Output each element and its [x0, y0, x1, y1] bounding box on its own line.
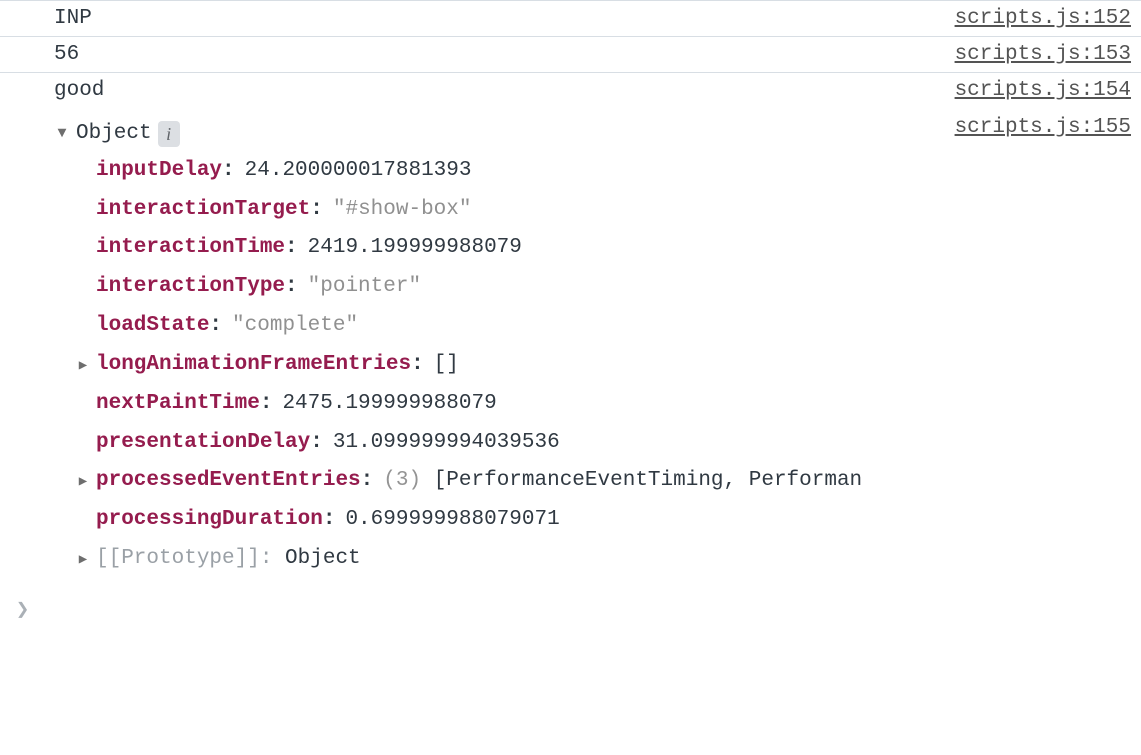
- prop-value: "pointer": [308, 268, 421, 307]
- prop-value: "#show-box": [333, 191, 472, 230]
- console-log-row: INP scripts.js:152: [0, 0, 1141, 36]
- console-prompt[interactable]: ❯: [0, 591, 1141, 633]
- prop-key: interactionTarget: [96, 191, 310, 230]
- prop-key: loadState: [96, 307, 209, 346]
- prop-value: 31.099999994039536: [333, 424, 560, 463]
- info-icon[interactable]: i: [158, 121, 180, 147]
- chevron-down-icon[interactable]: ▼: [54, 121, 70, 147]
- console-log-row: good scripts.js:154: [0, 72, 1141, 108]
- prototype-key: [[Prototype]]: [96, 540, 260, 579]
- object-tree: ▼ Object i inputDelay: 24.20000001788139…: [54, 116, 955, 579]
- prop-key: longAnimationFrameEntries: [96, 346, 411, 385]
- object-property[interactable]: loadState: "complete": [54, 307, 955, 346]
- object-header[interactable]: ▼ Object i: [54, 116, 955, 152]
- prop-key: inputDelay: [96, 152, 222, 191]
- object-property[interactable]: nextPaintTime: 2475.199999988079: [54, 385, 955, 424]
- source-link[interactable]: scripts.js:155: [955, 116, 1131, 139]
- source-link[interactable]: scripts.js:153: [955, 43, 1131, 66]
- source-link[interactable]: scripts.js:154: [955, 79, 1131, 102]
- log-text: good: [54, 79, 104, 102]
- prop-key: processedEventEntries: [96, 462, 361, 501]
- log-text: INP: [54, 7, 92, 30]
- chevron-right-icon[interactable]: ▶: [74, 354, 92, 380]
- prop-key: interactionType: [96, 268, 285, 307]
- object-property[interactable]: ▶ [[Prototype]]: Object: [54, 540, 955, 579]
- chevron-right-icon[interactable]: ▶: [74, 470, 92, 496]
- log-text: 56: [54, 43, 79, 66]
- object-property[interactable]: interactionTarget: "#show-box": [54, 191, 955, 230]
- prop-value: "complete": [232, 307, 358, 346]
- object-property[interactable]: processingDuration: 0.699999988079071: [54, 501, 955, 540]
- prompt-icon: ❯: [16, 598, 29, 623]
- chevron-right-icon[interactable]: ▶: [74, 548, 92, 574]
- prop-value: 2475.199999988079: [282, 385, 496, 424]
- object-property[interactable]: presentationDelay: 31.099999994039536: [54, 424, 955, 463]
- object-property[interactable]: inputDelay: 24.200000017881393: [54, 152, 955, 191]
- console-object-row: ▼ Object i inputDelay: 24.20000001788139…: [0, 108, 1141, 591]
- prop-key: interactionTime: [96, 229, 285, 268]
- prop-count: (3): [383, 462, 421, 501]
- prop-value: 2419.199999988079: [308, 229, 522, 268]
- object-property[interactable]: ▶ longAnimationFrameEntries: []: [54, 346, 955, 385]
- prototype-value: Object: [285, 540, 361, 579]
- prop-value: 0.699999988079071: [345, 501, 559, 540]
- prop-key: nextPaintTime: [96, 385, 260, 424]
- prop-value: []: [434, 346, 459, 385]
- source-link[interactable]: scripts.js:152: [955, 7, 1131, 30]
- prop-value: [PerformanceEventTiming, Performan: [434, 462, 862, 501]
- object-property[interactable]: interactionType: "pointer": [54, 268, 955, 307]
- object-label: Object: [76, 116, 152, 152]
- object-property[interactable]: ▶ processedEventEntries: (3) [Performanc…: [54, 462, 955, 501]
- prop-key: presentationDelay: [96, 424, 310, 463]
- prop-value: 24.200000017881393: [245, 152, 472, 191]
- prop-key: processingDuration: [96, 501, 323, 540]
- console-log-row: 56 scripts.js:153: [0, 36, 1141, 72]
- object-property[interactable]: interactionTime: 2419.199999988079: [54, 229, 955, 268]
